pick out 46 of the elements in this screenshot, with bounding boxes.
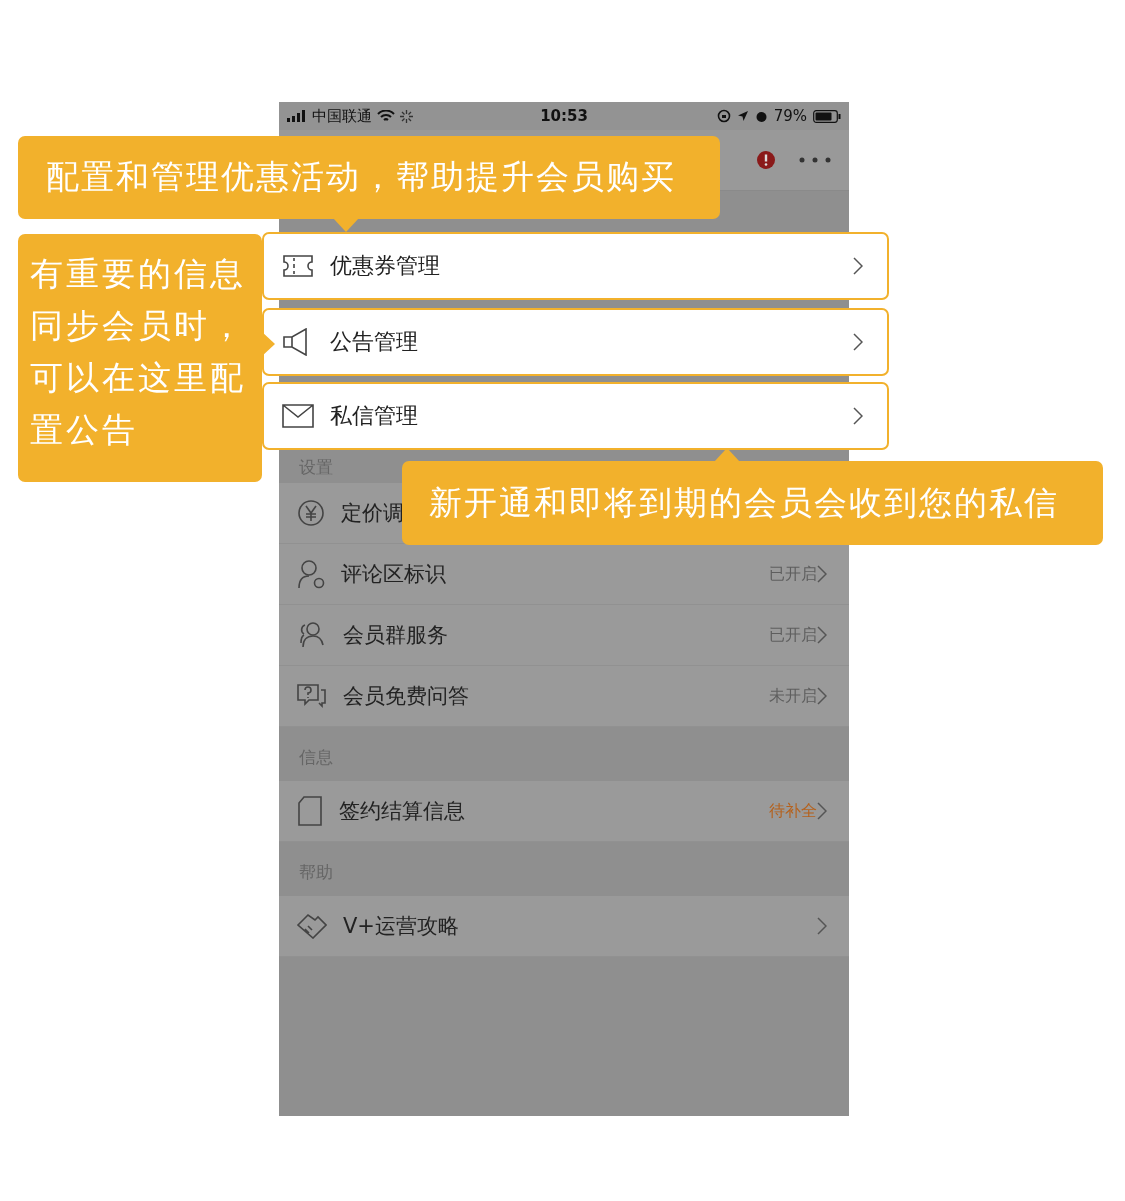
menu-row[interactable]: 会员免费问答 未开启 [279,666,849,727]
highlighted-menu-row[interactable]: 私信管理 [262,382,889,450]
chevron-right-icon [853,333,863,351]
battery-icon [813,109,841,123]
hint-tooltip: 配置和管理优惠活动，帮助提升会员购买 [18,136,720,219]
battery-percent: 79% [773,107,807,125]
question-chat-icon [297,683,327,709]
user-badge-icon [297,559,325,589]
menu-row[interactable]: 会员群服务 已开启 [279,605,849,666]
alert-icon [757,151,775,169]
hint-tooltip: 有重要的信息同步会员时，可以在这里配置公告 [18,234,262,482]
chevron-right-icon [817,802,827,820]
tooltip-pointer [714,448,740,462]
chevron-right-icon [853,407,863,425]
more-icon[interactable] [799,157,831,163]
chevron-right-icon [817,626,827,644]
highlighted-menu-row[interactable]: 优惠券管理 [262,232,889,300]
status-time: 10:53 [540,107,588,125]
chevron-right-icon [817,687,827,705]
status-text: 已开启 [769,563,817,585]
alarm-icon [754,109,768,123]
wifi-icon [377,109,395,123]
users-icon [297,621,327,649]
status-text: 已开启 [769,624,817,646]
highlighted-menu-row[interactable]: 公告管理 [262,308,889,376]
chevron-right-icon [817,565,827,583]
chevron-right-icon [853,257,863,275]
rotation-lock-icon [716,109,731,123]
document-icon [297,796,323,826]
signal-icon [287,110,307,122]
menu-row[interactable]: 评论区标识 已开启 [279,544,849,605]
tooltip-pointer [333,218,359,232]
tooltip-pointer [261,331,275,357]
handshake-icon [297,913,327,939]
ticket-icon [282,254,314,278]
menu-row[interactable]: 签约结算信息 待补全 [279,781,849,842]
yen-icon [297,499,325,527]
envelope-icon [282,404,314,428]
carrier-name: 中国联通 [312,106,372,126]
status-text: 待补全 [769,800,817,822]
location-icon [736,110,749,122]
chevron-right-icon [817,917,827,935]
hint-tooltip: 新开通和即将到期的会员会收到您的私信 [402,461,1103,545]
status-text: 未开启 [769,685,817,707]
menu-row[interactable]: V+运营攻略 [279,896,849,957]
loading-icon [400,109,413,123]
